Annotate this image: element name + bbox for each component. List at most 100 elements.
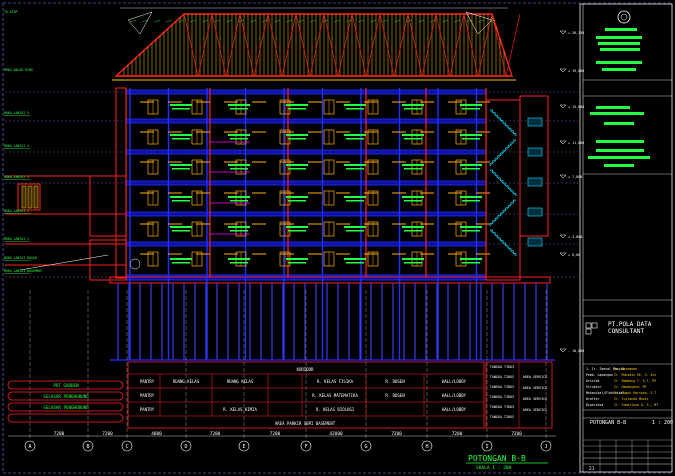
basement-room-label: RUANG KELAS <box>227 379 254 384</box>
room-label-bar <box>172 108 190 110</box>
room-label-bar <box>346 108 364 110</box>
room-label-bar <box>170 164 192 166</box>
roof-dim-tick <box>225 19 233 23</box>
left-window-pane <box>21 185 27 209</box>
grid-axis-label: G <box>364 444 367 450</box>
basement-room-label: RUANG KELAS <box>173 379 200 384</box>
room-label-bar <box>286 164 308 166</box>
level-label-left: MUKA LANTAI 2 <box>4 209 29 213</box>
elevation-marker-icon <box>559 104 567 109</box>
svg-text:Ir. Bambang T. S.T, MT: Ir. Bambang T. S.T, MT <box>614 379 656 383</box>
service-label: TANGGA TIKUS <box>490 385 515 389</box>
floor-slab <box>125 241 487 247</box>
roof-dim-tick <box>333 19 341 23</box>
room-label-bar <box>462 262 480 264</box>
room-label-bar <box>228 134 250 136</box>
room-label-bar <box>402 196 424 198</box>
roof-dim-tick <box>309 19 317 23</box>
basement-room-label: HALL/LOBBY <box>442 379 467 384</box>
room-label-bar <box>172 200 190 202</box>
room-label-bar <box>344 164 366 166</box>
svg-text:Arsitek: Arsitek <box>586 379 600 383</box>
roof-dim-tick <box>189 19 197 23</box>
elevation-value: + 3,800 <box>568 235 582 239</box>
room-label-bar <box>460 226 482 228</box>
basement-room-label: PANTRY <box>140 379 155 384</box>
stair-handrail <box>489 109 517 137</box>
room-label-bar <box>402 104 424 106</box>
room-label-bar <box>286 258 308 260</box>
room-label-bar <box>230 230 248 232</box>
floor-slab <box>125 89 487 95</box>
roof-outline <box>114 13 513 77</box>
svg-text:Ir. Muhidin SE, S. Ars: Ir. Muhidin SE, S. Ars <box>614 373 656 377</box>
room-label-bar <box>228 196 250 198</box>
cad-drawing-canvas[interactable]: 1. Ir. Zaenal Rasyid Pemb. Lapangan Arsi… <box>0 0 675 476</box>
room-label: SELASAR PENGHUBUNG <box>43 405 89 410</box>
room-label-bar <box>460 104 482 106</box>
room-label-bar <box>230 262 248 264</box>
level-label-left: MUKA LANTAI 4 <box>4 144 29 148</box>
room-label: POT GARDEN <box>53 383 79 388</box>
room-label-bar <box>230 138 248 140</box>
grid-dimension: 42000 <box>329 431 343 437</box>
room-label-bar <box>462 230 480 232</box>
svg-text:Ir. Darmawan: Ir. Darmawan <box>614 367 637 371</box>
level-label-left: MUKA LANTAI 5 <box>4 111 29 115</box>
room-label-bar <box>288 168 306 170</box>
elevation-marker-icon <box>559 30 567 35</box>
basement-room-label: R. KELAS BIOLOGI <box>316 407 355 412</box>
elevation-marker-icon <box>559 174 567 179</box>
roof-dim-tick <box>357 19 365 23</box>
drawing-title: POTONGAN B-B <box>468 454 526 463</box>
grid-axis-label: H <box>425 444 428 450</box>
service-label: TANGGA TIKUS <box>490 395 515 399</box>
room-label-bar <box>228 104 250 106</box>
stair-landing <box>527 207 543 217</box>
grid-axis-label: E <box>242 444 245 450</box>
room-label-bar <box>344 104 366 106</box>
grid-dimension: 7200 <box>511 431 522 437</box>
roof-dim-tick <box>273 19 281 23</box>
floor-slab <box>125 211 487 217</box>
grid-dimension: 7200 <box>102 431 113 437</box>
drawing-scale: SKALA 1 : 200 <box>476 465 512 471</box>
sheet-number: 21 <box>589 466 595 472</box>
title-block: 1. Ir. Zaenal Rasyid Pemb. Lapangan Arsi… <box>579 3 673 473</box>
sheet-scale: 1 : 200 <box>652 420 673 426</box>
room-label-bar <box>288 138 306 140</box>
room-label-bar <box>344 134 366 136</box>
elevation-marker-icon <box>559 348 567 353</box>
room-label-bar <box>462 168 480 170</box>
service-label: AREA SERVICE <box>523 386 548 390</box>
room-label-bar <box>286 226 308 228</box>
room-label-bar <box>288 262 306 264</box>
roof-dim-tick <box>165 19 173 23</box>
gable-left <box>127 11 153 35</box>
roof-dim-tick <box>201 19 209 23</box>
room-label-bar <box>462 108 480 110</box>
elevation-value: + 0,00 <box>568 253 580 257</box>
floor-slab <box>125 118 487 124</box>
svg-text:Ir. Juliando Moniz: Ir. Juliando Moniz <box>614 397 649 401</box>
room-label-bar <box>172 168 190 170</box>
room-label-bar <box>404 138 422 140</box>
room-label-bar <box>286 104 308 106</box>
room-label: SELASAR PENGHUBUNG <box>43 394 89 399</box>
roof-dim-tick <box>249 19 257 23</box>
stair-landing <box>527 237 543 247</box>
room-label-bar <box>170 104 192 106</box>
roof-group <box>114 13 521 77</box>
basement-room-label: R. KELAS FISIKA <box>317 379 354 384</box>
room-label-bar <box>404 262 422 264</box>
svg-text:Pemb. Lapangan: Pemb. Lapangan <box>586 373 613 377</box>
top-of-roof-label: TO ATAP <box>4 10 18 14</box>
roof-dim-tick <box>129 19 137 23</box>
basement-room-label: PANTRY <box>140 393 155 398</box>
elevation-marker-icon <box>559 234 567 239</box>
elevation-value: + 15,800 <box>568 105 584 109</box>
svg-text:Diperiksa: Diperiksa <box>586 403 603 407</box>
room-label-bar <box>346 200 364 202</box>
room-label-bar <box>230 108 248 110</box>
roof-dim-tick <box>297 19 305 23</box>
